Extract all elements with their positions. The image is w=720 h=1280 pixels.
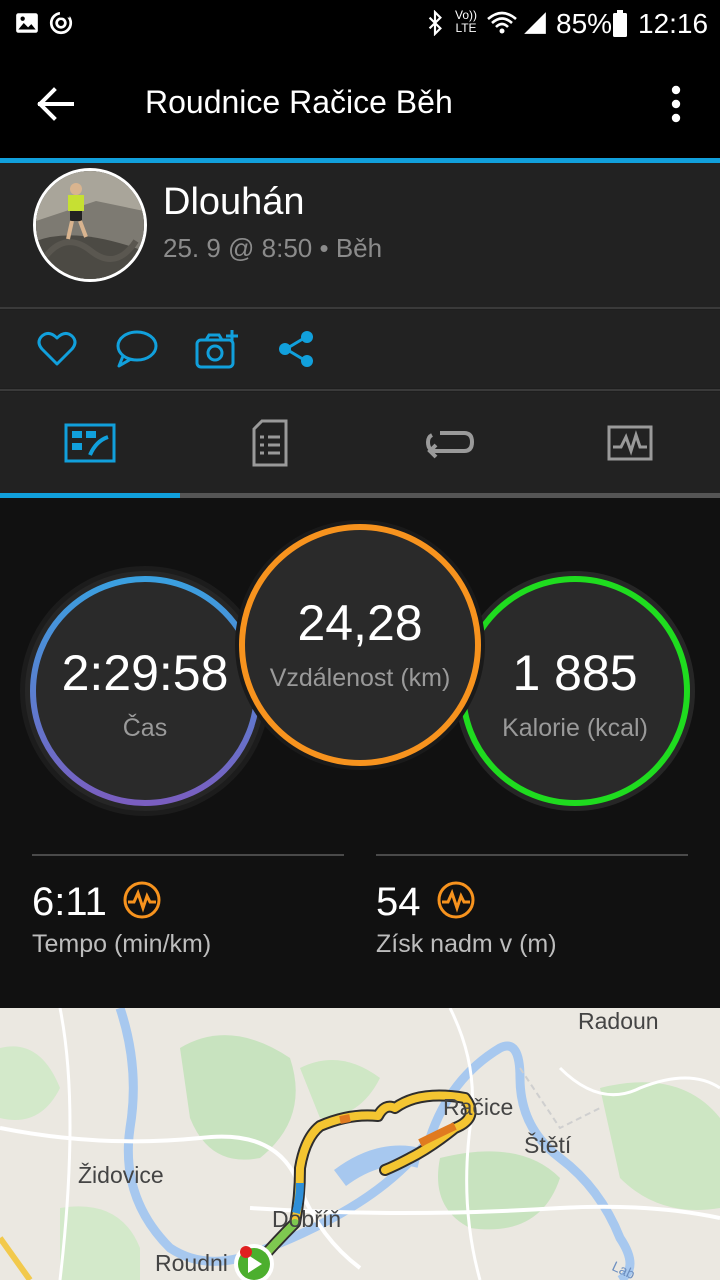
network-label: LTE: [455, 21, 477, 35]
arrow-left-icon[interactable]: [36, 86, 76, 122]
map-label-dobrin: Dobříň: [272, 1206, 342, 1232]
activity-pulse-icon: [437, 881, 475, 919]
elevation-value: 54: [376, 880, 421, 924]
calories-value: 1 885: [512, 644, 638, 701]
social-actions: [0, 310, 720, 388]
battery-percent: 85%: [556, 8, 613, 39]
map-label-racice: Račice: [443, 1094, 514, 1120]
tab-charts[interactable]: [540, 392, 720, 494]
map-canvas: [0, 1008, 720, 1280]
tab-bar: [0, 392, 720, 498]
divider: [0, 307, 720, 309]
pace-value: 6:11: [32, 880, 107, 924]
divider: [32, 854, 344, 856]
wifi-icon: [487, 11, 517, 34]
distance-label: Vzdálenost (km): [269, 663, 451, 692]
tab-laps[interactable]: [360, 392, 540, 494]
distance-value: 24,28: [297, 594, 423, 651]
elevation-label: Získ nadm v (m): [376, 930, 557, 958]
app-bar: Roudnice Račice Běh: [0, 48, 720, 160]
sync-icon: [49, 11, 73, 35]
volte-indicator: Vo)) LTE: [452, 9, 480, 35]
divider: [376, 854, 688, 856]
signal-icon: [524, 12, 546, 34]
clock: 12:16: [638, 8, 709, 39]
bluetooth-icon: [428, 10, 442, 36]
activity-meta: 25. 9 @ 8:50 • Běh: [163, 233, 383, 263]
time-value: 2:29:58: [61, 644, 229, 701]
map-label-steti: Štětí: [524, 1132, 572, 1158]
time-label: Čas: [122, 713, 168, 742]
avatar-photo: [36, 171, 144, 279]
battery-icon: [613, 10, 627, 37]
avatar[interactable]: [33, 168, 147, 282]
calories-label: Kalorie (kcal): [502, 713, 648, 742]
map-label-zidovice: Židovice: [78, 1162, 164, 1188]
stats-tab-icon: [64, 423, 116, 463]
distance-circle: 24,28 Vzdálenost (km): [233, 518, 487, 772]
add-photo-icon[interactable]: [194, 328, 240, 370]
map-label-roudnice: Roudni: [155, 1250, 228, 1276]
charts-tab-icon: [607, 425, 653, 461]
status-bar: Vo)) LTE 85% 12:16: [0, 0, 720, 48]
route-map[interactable]: Radoun Račice Štětí Židovice Dobříň Roud…: [0, 1008, 720, 1280]
heart-icon[interactable]: [36, 328, 78, 370]
comment-icon[interactable]: [115, 328, 159, 370]
activity-pulse-icon: [123, 881, 161, 919]
image-icon: [16, 13, 38, 33]
pace-label: Tempo (min/km): [32, 930, 212, 958]
tab-details[interactable]: [180, 392, 360, 494]
more-vert-icon[interactable]: [666, 84, 686, 124]
laps-tab-icon: [426, 431, 474, 459]
stats-panel: 2:29:58 Čas 1 885 Kalorie (kcal) 24,28 V…: [0, 498, 720, 1008]
tab-stats[interactable]: [0, 392, 180, 494]
details-tab-icon: [252, 419, 288, 467]
map-label-radoun: Radoun: [578, 1008, 659, 1034]
user-name: Dlouhán: [163, 181, 305, 223]
calories-circle: 1 885 Kalorie (kcal): [450, 566, 700, 816]
activity-header: Dlouhán 25. 9 @ 8:50 • Běh: [0, 163, 720, 308]
divider: [0, 389, 720, 391]
page-title: Roudnice Račice Běh: [145, 84, 453, 120]
share-icon[interactable]: [276, 328, 318, 370]
